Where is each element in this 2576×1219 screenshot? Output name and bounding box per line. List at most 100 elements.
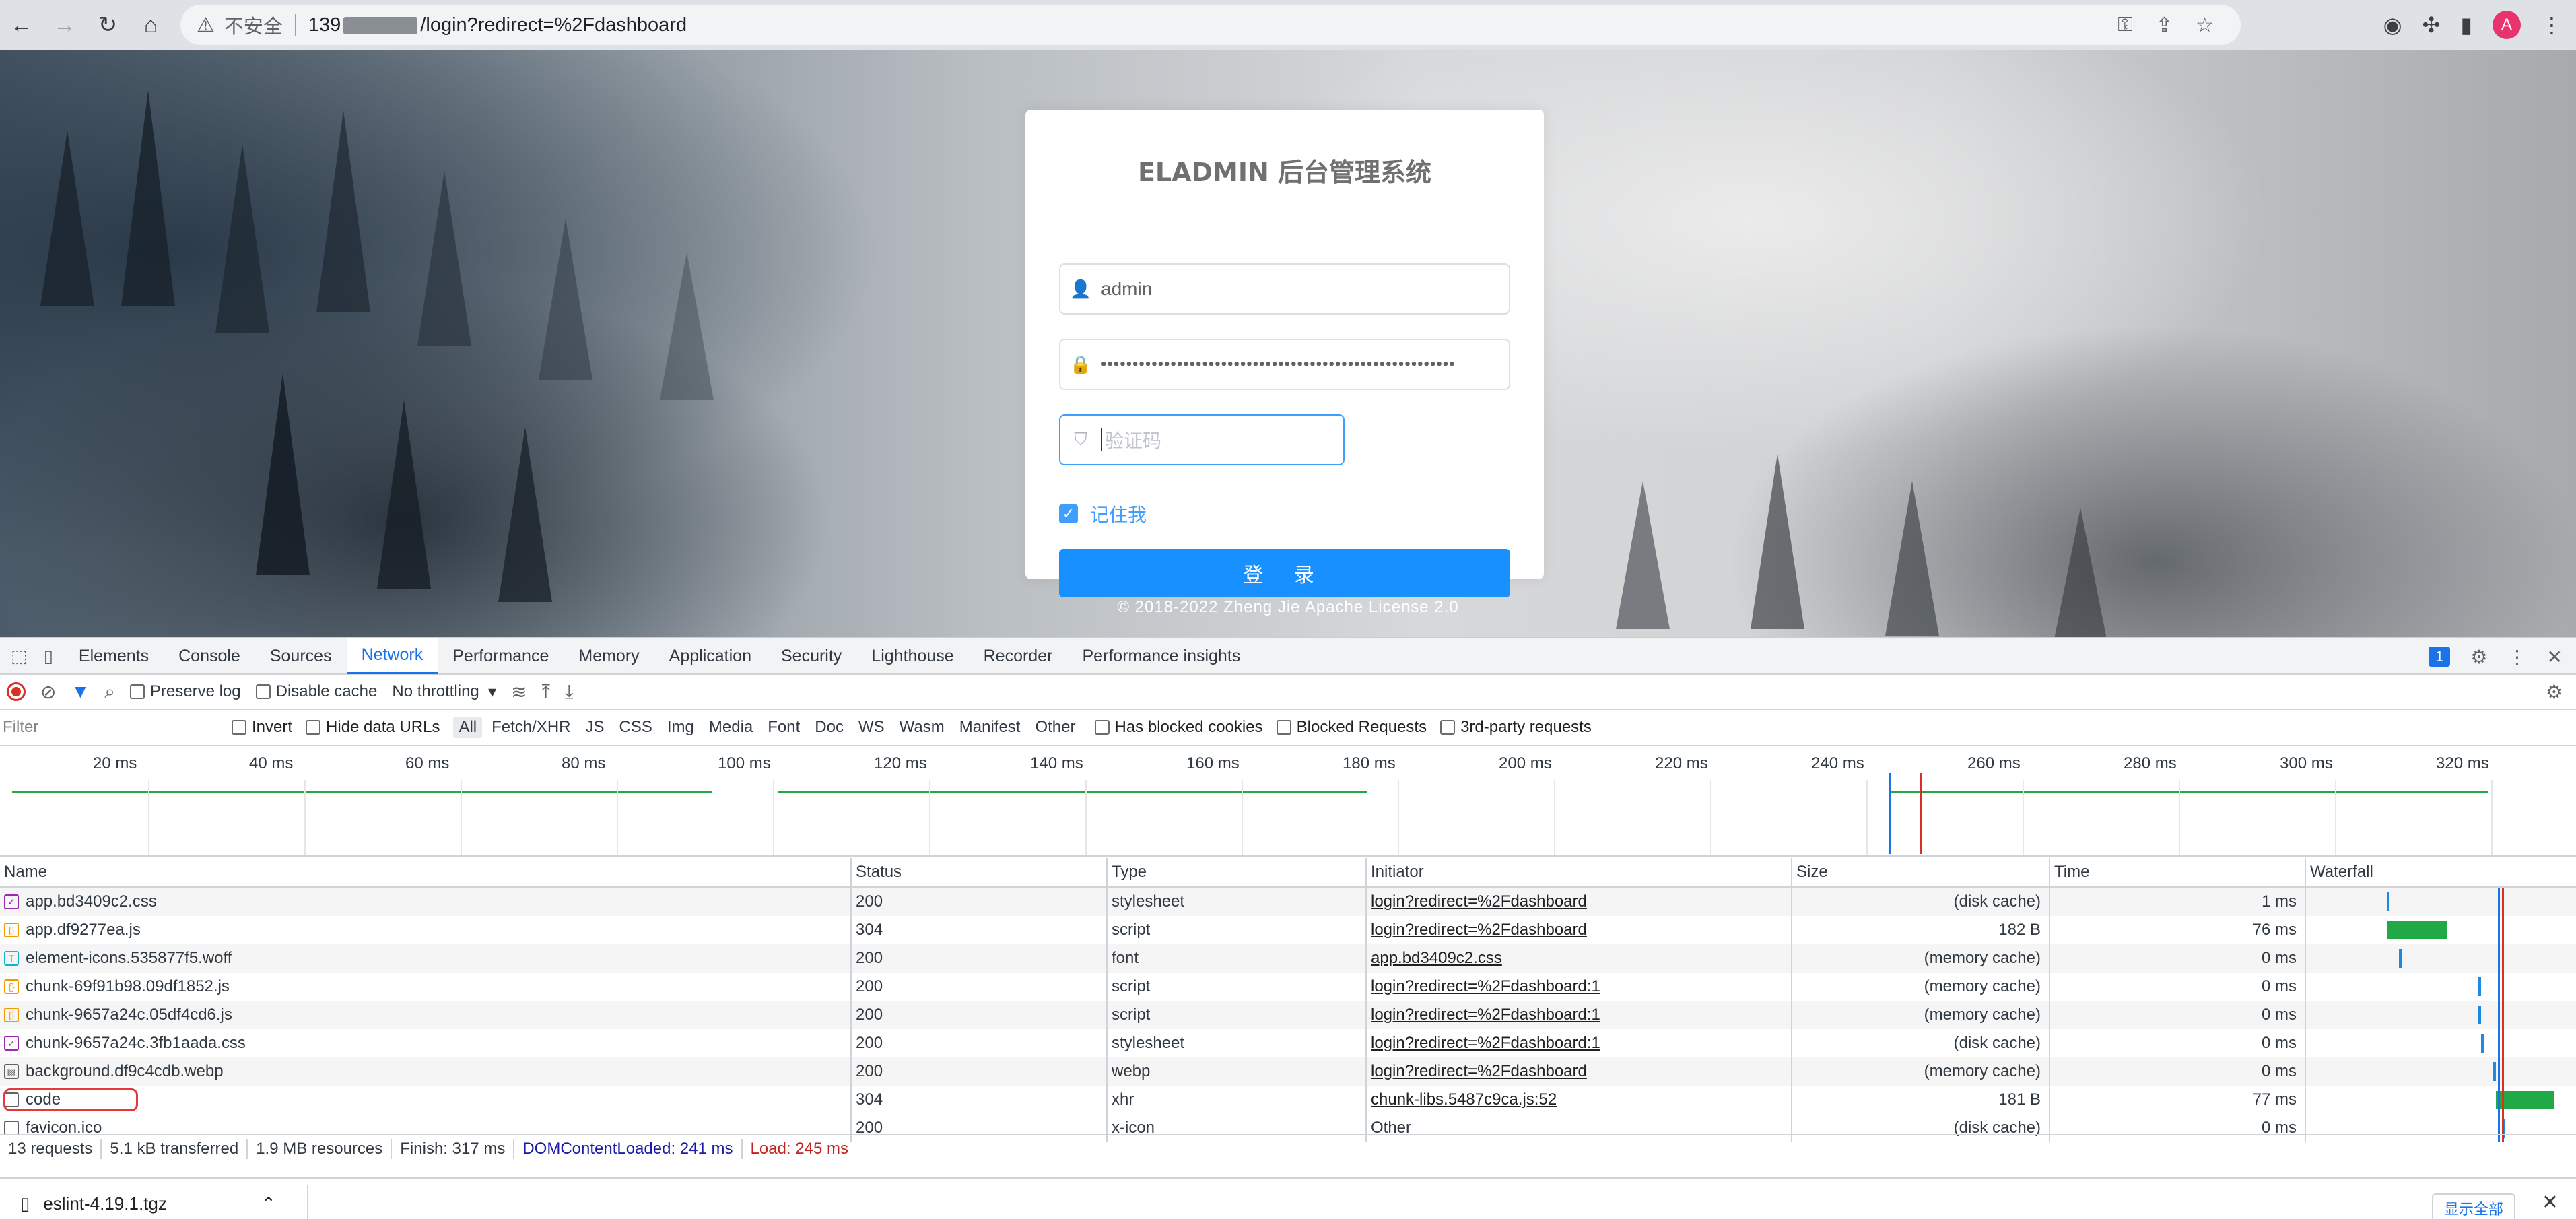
tab-sources[interactable]: Sources: [255, 638, 347, 674]
network-settings-icon[interactable]: ⚙: [2546, 681, 2563, 703]
blocked-requests-checkbox[interactable]: [1276, 720, 1291, 735]
tab-network[interactable]: Network: [346, 638, 438, 674]
network-conditions-icon[interactable]: ≋: [511, 681, 527, 703]
close-icon[interactable]: ✕: [2547, 646, 2563, 668]
type-filter-font[interactable]: Font: [762, 717, 805, 738]
security-label[interactable]: 不安全: [224, 11, 283, 39]
username-field[interactable]: 👤 admin: [1059, 263, 1510, 315]
tab-performance[interactable]: Performance: [438, 638, 564, 674]
type-filter-all[interactable]: All: [453, 717, 483, 738]
column-header-name[interactable]: Name: [0, 858, 852, 886]
record-icon[interactable]: [7, 682, 26, 701]
column-header-status[interactable]: Status: [852, 858, 1108, 886]
tab-console[interactable]: Console: [164, 638, 255, 674]
table-row[interactable]: {} chunk-9657a24c.05df4cd6.js 200 script log…: [0, 1001, 2576, 1029]
invert-toggle[interactable]: Invert: [232, 718, 292, 737]
tab-application[interactable]: Application: [654, 638, 766, 674]
tab-elements[interactable]: Elements: [64, 638, 164, 674]
cell-initiator[interactable]: login?redirect=%2Fdashboard: [1367, 1057, 1792, 1086]
login-button[interactable]: 登 录: [1059, 549, 1510, 597]
issues-badge[interactable]: 1: [2429, 647, 2451, 667]
remember-checkbox[interactable]: ✓: [1059, 504, 1078, 523]
blocked-cookies-checkbox[interactable]: [1094, 720, 1110, 735]
tab-performance-insights[interactable]: Performance insights: [1067, 638, 1255, 674]
reload-icon[interactable]: ↻: [86, 3, 129, 46]
menu-icon[interactable]: ⋮: [2541, 12, 2563, 38]
network-overview[interactable]: 20 ms 40 ms 60 ms 80 ms 100 ms 120 ms 140 ms 16…: [0, 746, 2576, 857]
cell-initiator[interactable]: login?redirect=%2Fdashboard: [1367, 888, 1792, 916]
type-filter-manifest[interactable]: Manifest: [954, 717, 1026, 738]
type-filter-doc[interactable]: Doc: [809, 717, 849, 738]
forward-icon[interactable]: →: [43, 3, 86, 46]
type-filter-other[interactable]: Other: [1029, 717, 1081, 738]
import-icon[interactable]: ⤒: [542, 681, 550, 703]
download-item[interactable]: ▯ eslint-4.19.1.tgz ⌃: [20, 1193, 276, 1214]
preserve-log-checkbox[interactable]: [129, 684, 145, 699]
throttling-select[interactable]: No throttling ▾: [392, 682, 496, 702]
table-row[interactable]: {} chunk-69f91b98.09df1852.js 200 script log…: [0, 973, 2576, 1001]
remember-me[interactable]: ✓ 记住我: [1059, 500, 1147, 527]
type-filter-fetch-xhr[interactable]: Fetch/XHR: [486, 717, 576, 738]
settings-icon[interactable]: ⚙: [2470, 646, 2487, 668]
table-row[interactable]: ✓ app.bd3409c2.css 200 stylesheet login?redi…: [0, 888, 2576, 916]
table-row[interactable]: ▨ background.df9c4cdb.webp 200 webp login?re…: [0, 1057, 2576, 1086]
avatar[interactable]: A: [2493, 11, 2521, 39]
type-filter-ws[interactable]: WS: [853, 717, 890, 738]
column-header-initiator[interactable]: Initiator: [1367, 858, 1792, 886]
type-filter-media[interactable]: Media: [704, 717, 758, 738]
extension-icon[interactable]: ◉: [2383, 12, 2402, 38]
column-header-type[interactable]: Type: [1108, 858, 1367, 886]
key-icon[interactable]: ⚿: [2117, 13, 2133, 36]
table-row[interactable]: ✓ chunk-9657a24c.3fb1aada.css 200 styleshee…: [0, 1029, 2576, 1057]
disable-cache-toggle[interactable]: Disable cache: [255, 682, 377, 701]
disable-cache-checkbox[interactable]: [255, 684, 271, 699]
blocked-cookies-toggle[interactable]: Has blocked cookies: [1094, 718, 1263, 737]
home-icon[interactable]: ⌂: [129, 3, 172, 46]
tab-recorder[interactable]: Recorder: [969, 638, 1068, 674]
password-field[interactable]: 🔒 ••••••••••••••••••••••••••••••••••••••…: [1059, 339, 1510, 390]
cell-initiator[interactable]: app.bd3409c2.css: [1367, 944, 1792, 973]
cell-initiator[interactable]: chunk-libs.5487c9ca.js:52: [1367, 1086, 1792, 1114]
export-icon[interactable]: ⤓: [565, 681, 573, 703]
tab-lighthouse[interactable]: Lighthouse: [856, 638, 968, 674]
star-icon[interactable]: ☆: [2196, 13, 2214, 37]
third-party-checkbox[interactable]: [1440, 720, 1456, 735]
show-all-button[interactable]: 显示全部: [2431, 1193, 2515, 1219]
third-party-toggle[interactable]: 3rd-party requests: [1440, 718, 1592, 737]
column-header-time[interactable]: Time: [2050, 858, 2306, 886]
cell-initiator[interactable]: login?redirect=%2Fdashboard:1: [1367, 973, 1792, 1001]
table-row[interactable]: {} app.df9277ea.js 304 script login?redirect…: [0, 916, 2576, 944]
table-row[interactable]: code 304 xhr chunk-libs.5487c9ca.js:52 181 B…: [0, 1086, 2576, 1114]
search-icon[interactable]: ⌕: [104, 681, 115, 703]
chevron-up-icon[interactable]: ⌃: [261, 1193, 276, 1214]
cell-initiator[interactable]: login?redirect=%2Fdashboard:1: [1367, 1001, 1792, 1029]
puzzle-icon[interactable]: ✣: [2422, 12, 2441, 38]
column-header-waterfall[interactable]: Waterfall: [2306, 858, 2576, 886]
captcha-input[interactable]: ⛉ 验证码: [1059, 414, 1345, 465]
inspect-icon[interactable]: ⬚: [11, 646, 28, 667]
column-header-size[interactable]: Size: [1792, 858, 2050, 886]
table-row[interactable]: Telement-icons.535877f5.woff 200 font app.b…: [0, 944, 2576, 973]
cell-initiator[interactable]: login?redirect=%2Fdashboard:1: [1367, 1029, 1792, 1057]
close-download-bar-icon[interactable]: ✕: [2542, 1191, 2558, 1214]
back-icon[interactable]: ←: [0, 3, 43, 46]
share-icon[interactable]: ⇪: [2156, 13, 2173, 37]
type-filter-js[interactable]: JS: [580, 717, 610, 738]
clear-icon[interactable]: ⊘: [40, 681, 56, 703]
remember-label[interactable]: 记住我: [1090, 500, 1147, 527]
filter-icon[interactable]: ▼: [71, 681, 90, 702]
type-filter-css[interactable]: CSS: [614, 717, 658, 738]
preserve-log-toggle[interactable]: Preserve log: [129, 682, 241, 701]
type-filter-img[interactable]: Img: [662, 717, 700, 738]
filter-input[interactable]: Filter: [1, 715, 218, 740]
url-text[interactable]: 139/login?redirect=%2Fdashboard: [308, 14, 687, 36]
hide-data-urls-toggle[interactable]: Hide data URLs: [306, 718, 440, 737]
more-icon[interactable]: ⋮: [2508, 646, 2527, 668]
tab-security[interactable]: Security: [766, 638, 856, 674]
address-bar[interactable]: ⚠ 不安全 139/login?redirect=%2Fdashboard ⚿ …: [180, 5, 2241, 45]
cell-initiator[interactable]: login?redirect=%2Fdashboard: [1367, 916, 1792, 944]
blocked-requests-toggle[interactable]: Blocked Requests: [1276, 718, 1427, 737]
sidebar-icon[interactable]: ▮: [2460, 12, 2472, 38]
type-filter-wasm[interactable]: Wasm: [894, 717, 950, 738]
hide-data-urls-checkbox[interactable]: [306, 720, 321, 735]
